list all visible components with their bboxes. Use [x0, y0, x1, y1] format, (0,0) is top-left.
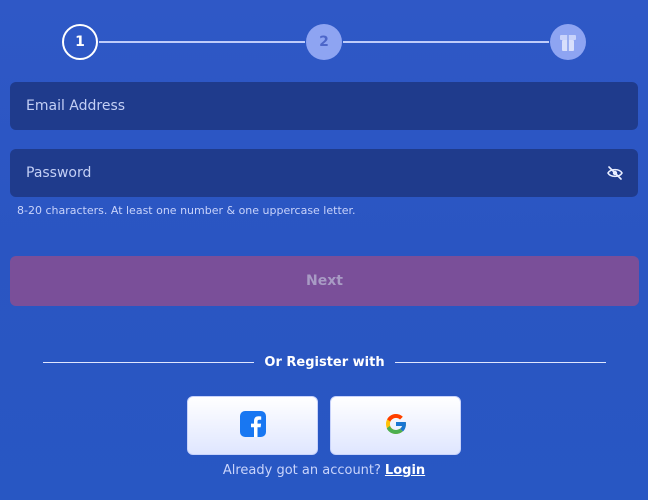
- email-field[interactable]: [10, 82, 638, 130]
- step-2-indicator: 2: [306, 24, 342, 60]
- facebook-register-button[interactable]: [187, 396, 318, 455]
- stepper-connector-1: [99, 41, 305, 43]
- google-icon: [383, 411, 409, 441]
- eye-off-icon[interactable]: [606, 164, 624, 182]
- login-link[interactable]: Login: [385, 463, 425, 478]
- password-hint: 8-20 characters. At least one number & o…: [17, 204, 356, 217]
- email-input[interactable]: [26, 82, 624, 130]
- step-2-label: 2: [319, 34, 329, 50]
- register-divider: Or Register with: [43, 352, 606, 372]
- login-prompt: Already got an account? Login: [0, 463, 648, 478]
- divider-label: Or Register with: [264, 354, 385, 370]
- login-prompt-text: Already got an account?: [222, 463, 381, 478]
- step-1-indicator: 1: [62, 24, 98, 60]
- password-field[interactable]: [10, 149, 638, 197]
- progress-stepper: 1 2: [0, 0, 648, 84]
- gift-icon: [560, 33, 576, 51]
- divider-line-left: [43, 361, 255, 363]
- step-1-label: 1: [75, 34, 85, 50]
- divider-line-right: [394, 361, 606, 363]
- google-register-button[interactable]: [330, 396, 461, 455]
- next-button[interactable]: Next: [10, 256, 639, 306]
- password-input[interactable]: [26, 149, 606, 197]
- stepper-connector-2: [343, 41, 549, 43]
- step-3-indicator: [550, 24, 586, 60]
- facebook-icon: [239, 410, 266, 441]
